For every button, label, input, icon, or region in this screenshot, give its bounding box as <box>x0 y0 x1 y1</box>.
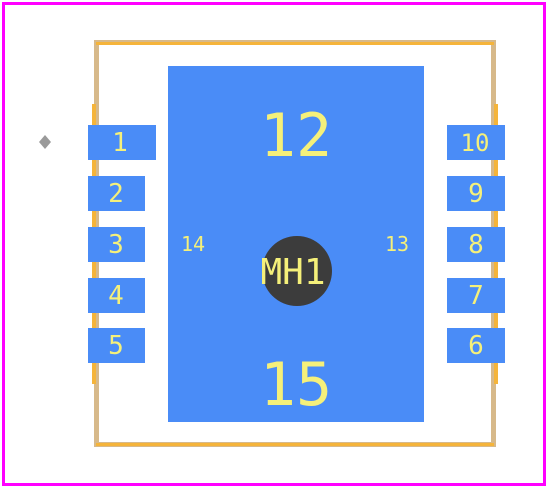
pad-4-label: 4 <box>108 281 124 311</box>
pad-9-label: 9 <box>468 179 484 209</box>
pad-2-label: 2 <box>108 179 124 209</box>
pin1-marker-icon <box>39 135 51 149</box>
pad-12-label: 12 <box>259 101 333 171</box>
pad-1-label: 1 <box>112 128 128 158</box>
mounting-hole-label: MH1 <box>260 252 326 293</box>
pad-13-label: 13 <box>384 232 410 256</box>
pad-7-label: 7 <box>468 281 484 311</box>
pad-14-label: 14 <box>180 232 206 256</box>
pad-6-label: 6 <box>468 331 484 361</box>
pad-8-label: 8 <box>468 230 484 260</box>
pad-10-label: 10 <box>460 129 490 157</box>
pad-3-label: 3 <box>108 230 124 260</box>
pad-5-label: 5 <box>108 331 124 361</box>
pad-15-label: 15 <box>259 350 333 420</box>
silkscreen-bottom <box>96 443 494 446</box>
silkscreen-top <box>96 42 494 45</box>
pcb-footprint-view: 1 2 3 4 5 10 9 8 7 6 12 15 14 13 MH1 <box>0 0 548 488</box>
